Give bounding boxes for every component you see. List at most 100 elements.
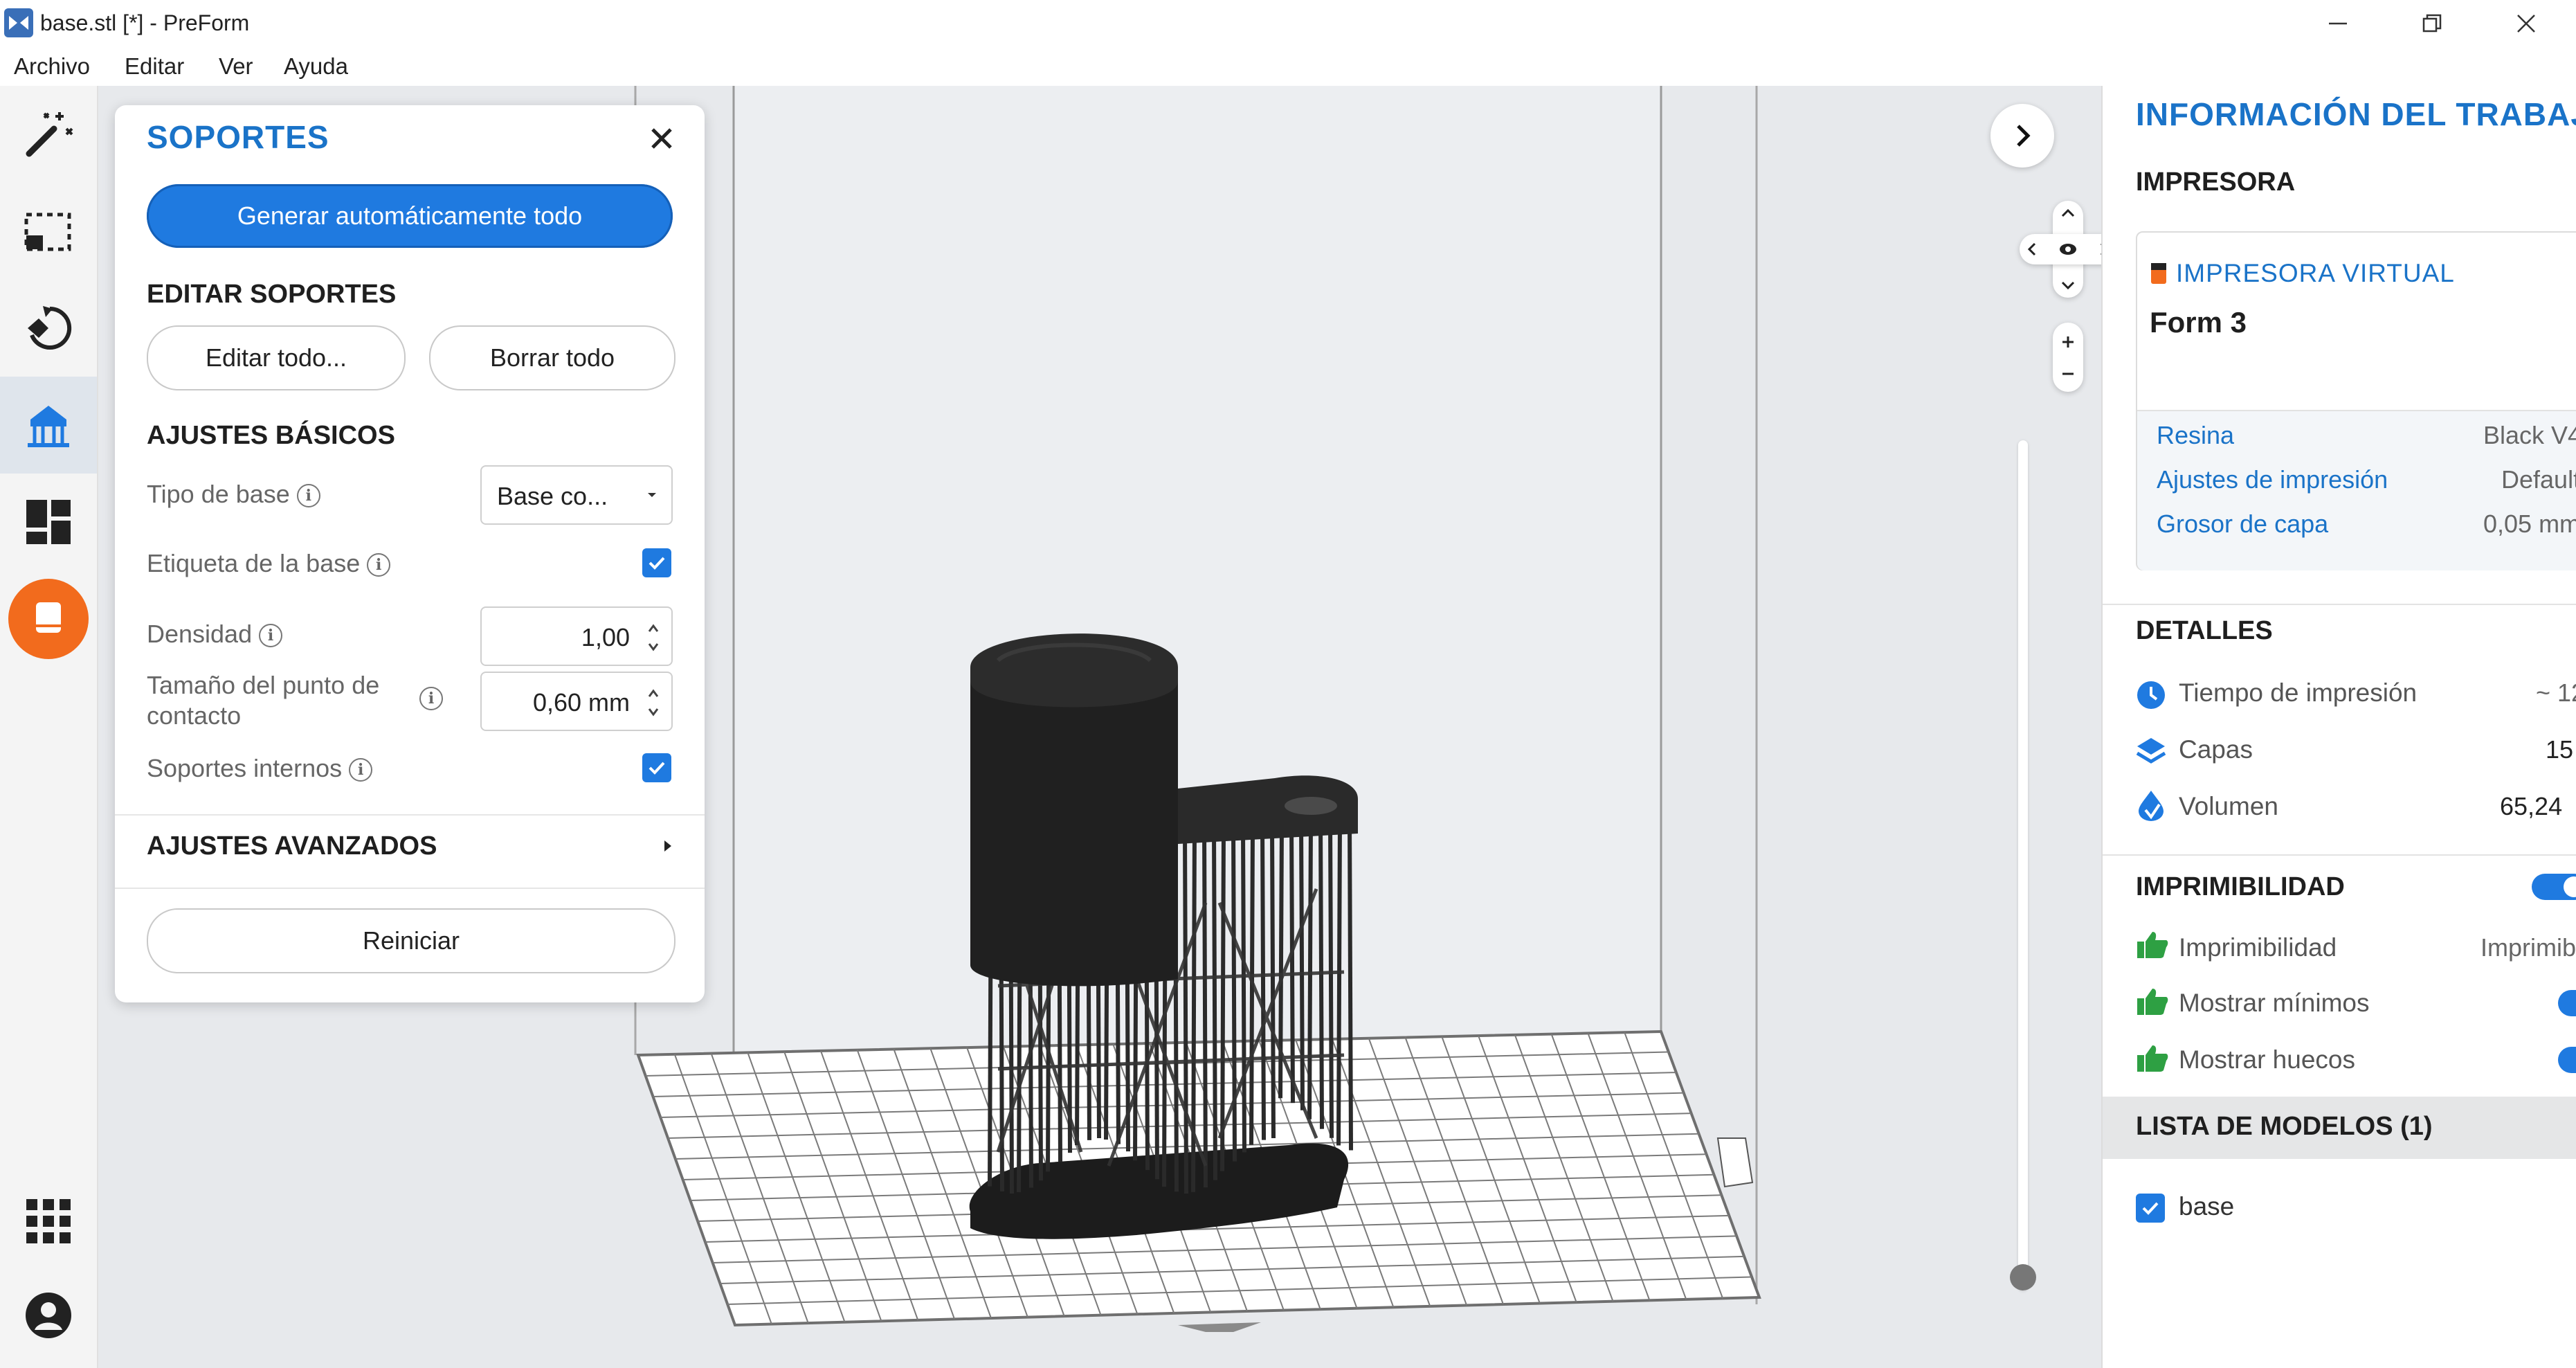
delete-all-button[interactable]: Borrar todo bbox=[429, 325, 675, 390]
orient-tool[interactable] bbox=[0, 280, 97, 377]
support-strut bbox=[1212, 827, 1217, 1180]
printer-card[interactable]: IMPRESORA VIRTUAL Form 3 Resina Black V4… bbox=[2136, 231, 2576, 570]
layout-tool[interactable] bbox=[0, 474, 97, 570]
spinner-arrows-icon[interactable] bbox=[646, 687, 660, 719]
layers-value: 15 bbox=[2546, 735, 2574, 764]
resin-value: Black V4 bbox=[2483, 421, 2576, 449]
advanced-settings-toggle[interactable]: AJUSTES AVANZADOS bbox=[147, 825, 673, 867]
base-label-label: Etiqueta de la base bbox=[147, 549, 361, 577]
menu-ver[interactable]: Ver bbox=[219, 47, 253, 86]
auto-generate-all-button[interactable]: Generar automáticamente todo bbox=[147, 184, 673, 248]
panel-close-button[interactable] bbox=[641, 118, 682, 159]
orient-icon bbox=[28, 306, 72, 350]
base-type-value: Base co... bbox=[497, 482, 608, 510]
model-name[interactable]: base bbox=[2179, 1192, 2234, 1221]
printability-value: Imprimib bbox=[2480, 933, 2576, 962]
select-region-icon bbox=[24, 213, 71, 251]
info-icon[interactable]: i bbox=[296, 484, 320, 508]
layer-slider-track[interactable] bbox=[2018, 440, 2028, 1290]
print-button[interactable] bbox=[8, 579, 89, 659]
support-strut bbox=[1202, 827, 1208, 1188]
volume-icon bbox=[2139, 791, 2164, 821]
printer-tag: IMPRESORA VIRTUAL bbox=[2176, 259, 2455, 287]
close-window-button[interactable] bbox=[2478, 0, 2575, 47]
reset-button[interactable]: Reiniciar bbox=[147, 908, 675, 973]
info-icon[interactable]: i bbox=[367, 553, 391, 577]
layer-thickness-value: 0,05 mm bbox=[2483, 510, 2576, 538]
internal-supports-label: Soportes internos bbox=[147, 754, 343, 782]
account-tool[interactable] bbox=[0, 1267, 97, 1364]
base-label-checkbox[interactable] bbox=[642, 548, 671, 577]
dropdown-arrow-icon bbox=[648, 493, 656, 497]
printability-label: Imprimibilidad bbox=[2179, 933, 2337, 962]
print-settings-label[interactable]: Ajustes de impresión bbox=[2157, 465, 2388, 494]
print-icon bbox=[36, 602, 61, 633]
close-icon bbox=[651, 128, 672, 149]
internal-supports-checkbox[interactable] bbox=[642, 753, 671, 782]
printer-model: Form 3 bbox=[2150, 306, 2247, 339]
info-icon[interactable]: i bbox=[419, 687, 443, 710]
show-minima-toggle[interactable] bbox=[2558, 990, 2576, 1016]
caret-right-icon bbox=[664, 840, 671, 852]
layers-icon bbox=[2136, 738, 2166, 764]
minimize-button[interactable] bbox=[2289, 0, 2386, 47]
layers-label: Capas bbox=[2179, 735, 2253, 764]
basic-settings-heading: AJUSTES BÁSICOS bbox=[147, 421, 395, 450]
base-type-select[interactable]: Base co... bbox=[480, 465, 673, 525]
volume-value: 65,24 bbox=[2500, 792, 2563, 820]
touchpoint-label-line1: Tamaño del punto de bbox=[147, 671, 380, 699]
magic-wand-tool[interactable] bbox=[0, 86, 97, 183]
model-checkbox[interactable] bbox=[2136, 1194, 2165, 1223]
density-label: Densidad bbox=[147, 620, 253, 648]
touchpoint-size-value: 0,60 mm bbox=[532, 688, 630, 717]
base-label-row: Etiqueta de la base i bbox=[147, 548, 391, 579]
magic-wand-icon bbox=[26, 112, 73, 157]
edit-all-button[interactable]: Editar todo... bbox=[147, 325, 406, 390]
printability-heading: IMPRIMIBILIDAD bbox=[2136, 872, 2345, 901]
navigation-pad[interactable] bbox=[2020, 201, 2101, 298]
model-list-heading: LISTA DE MODELOS (1) bbox=[2136, 1112, 2433, 1141]
support-strut bbox=[1307, 821, 1313, 1119]
layer-thickness-label[interactable]: Grosor de capa bbox=[2157, 510, 2328, 539]
support-strut bbox=[1289, 822, 1295, 1104]
edit-supports-heading: EDITAR SOPORTES bbox=[147, 280, 397, 309]
thumbs-up-icon bbox=[2137, 989, 2168, 1015]
show-holes-toggle[interactable] bbox=[2558, 1047, 2576, 1073]
supports-icon bbox=[28, 406, 69, 447]
density-stepper[interactable]: 1,00 bbox=[480, 606, 673, 666]
resin-label[interactable]: Resina bbox=[2157, 421, 2234, 450]
check-icon bbox=[648, 557, 665, 570]
print-time-label: Tiempo de impresión bbox=[2179, 678, 2418, 707]
supports-panel: SOPORTES Generar automáticamente todo ED… bbox=[115, 105, 705, 1002]
model-list-header[interactable]: LISTA DE MODELOS (1) bbox=[2103, 1097, 2576, 1159]
restore-button[interactable] bbox=[2384, 0, 2480, 47]
internal-supports-row: Soportes internos i bbox=[147, 753, 373, 784]
touchpoint-size-stepper[interactable]: 0,60 mm bbox=[480, 672, 673, 731]
support-strut bbox=[1241, 825, 1246, 1153]
divider bbox=[115, 814, 705, 816]
menu-ayuda[interactable]: Ayuda bbox=[284, 47, 348, 86]
printer-icon bbox=[2151, 263, 2166, 284]
info-icon[interactable]: i bbox=[259, 624, 283, 648]
layer-slider-handle[interactable] bbox=[2010, 1264, 2036, 1290]
info-icon[interactable]: i bbox=[349, 758, 373, 782]
job-info-title: INFORMACIÓN DEL TRABAJ bbox=[2136, 96, 2576, 132]
base-type-row: Tipo de base i bbox=[147, 479, 320, 510]
print-settings-value: Default bbox=[2501, 465, 2576, 494]
support-strut bbox=[1260, 824, 1266, 1140]
print-tool[interactable] bbox=[0, 570, 97, 667]
supports-tool[interactable] bbox=[0, 377, 97, 474]
job-info-panel: INFORMACIÓN DEL TRABAJ IMPRESORA IMPRESO… bbox=[2101, 86, 2576, 1368]
panel-title: SOPORTES bbox=[147, 119, 329, 155]
apps-tool[interactable] bbox=[0, 1173, 97, 1270]
menu-editar[interactable]: Editar bbox=[125, 47, 184, 86]
printer-heading: IMPRESORA bbox=[2136, 168, 2296, 197]
printability-toggle[interactable] bbox=[2532, 874, 2576, 900]
menu-archivo[interactable]: Archivo bbox=[14, 47, 90, 86]
scale-tool[interactable] bbox=[0, 183, 97, 280]
layout-icon bbox=[26, 500, 71, 544]
expand-panel-button[interactable] bbox=[1990, 104, 2054, 168]
zoom-buttons[interactable] bbox=[2053, 323, 2083, 392]
tool-rail bbox=[0, 86, 98, 1368]
spinner-arrows-icon[interactable] bbox=[646, 622, 660, 654]
